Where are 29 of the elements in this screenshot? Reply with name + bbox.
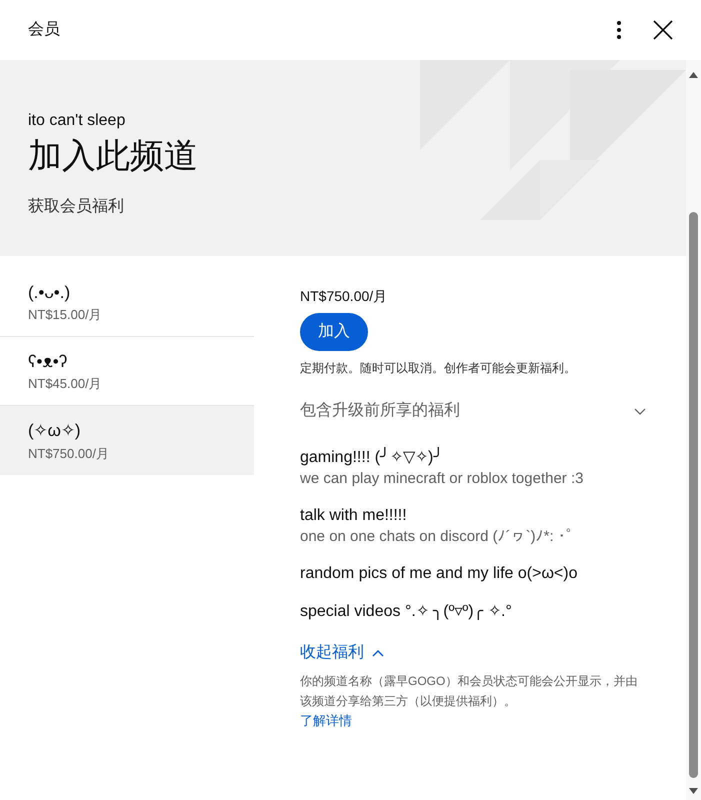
- close-icon[interactable]: [653, 20, 673, 40]
- perk-description: one on one chats on discord (ﾉ´ヮ`)ﾉ*: ･ﾟ: [300, 527, 575, 547]
- scrollbar[interactable]: [686, 60, 701, 800]
- collapse-perks-link[interactable]: 收起福利: [300, 641, 384, 665]
- banner-subtitle: 获取会员福利: [28, 196, 125, 217]
- tier-name: (✧ω✧): [28, 420, 82, 442]
- channel-name: ito can't sleep: [28, 111, 126, 131]
- tier-name: ʕ•ᴥ•ʔ: [28, 350, 68, 372]
- banner-title: 加入此频道: [28, 136, 199, 177]
- learn-more-link[interactable]: 了解详情: [300, 711, 352, 730]
- previous-perks-row[interactable]: 包含升级前所享的福利: [300, 399, 670, 423]
- perk-title: random pics of me and my life o(>ω<)o: [300, 564, 578, 584]
- tier-price: NT$45.00/月: [28, 375, 103, 393]
- tier-price: NT$750.00/月: [300, 287, 388, 306]
- perk-title: special videos °.✧ ╮(º▿º)╭ ✧.°: [300, 602, 513, 622]
- tier-price: NT$750.00/月: [28, 444, 110, 462]
- tier-item[interactable]: (✧ω✧) NT$750.00/月: [0, 406, 254, 475]
- billing-note: 定期付款。随时可以取消。创作者可能会更新福利。: [300, 360, 576, 377]
- perk-title: talk with me!!!!!: [300, 506, 408, 526]
- chevron-up-icon: [372, 650, 384, 656]
- privacy-disclaimer: 你的频道名称（露早GOGO）和会员状态可能会公开显示，并由该频道分享给第三方（以便提供福利）。: [300, 673, 638, 710]
- join-button[interactable]: 加入: [300, 313, 368, 351]
- tier-price: NT$15.00/月: [28, 306, 103, 324]
- perk-title: gaming!!!! (╯✧▽✧)╯: [300, 447, 444, 468]
- perk-description: we can play minecraft or roblox together :3: [300, 469, 584, 489]
- more-icon[interactable]: [617, 21, 621, 39]
- chevron-down-icon: [634, 408, 646, 414]
- dialog-title: 会员: [28, 20, 61, 40]
- tier-name: (.•ᴗ•.): [28, 282, 72, 304]
